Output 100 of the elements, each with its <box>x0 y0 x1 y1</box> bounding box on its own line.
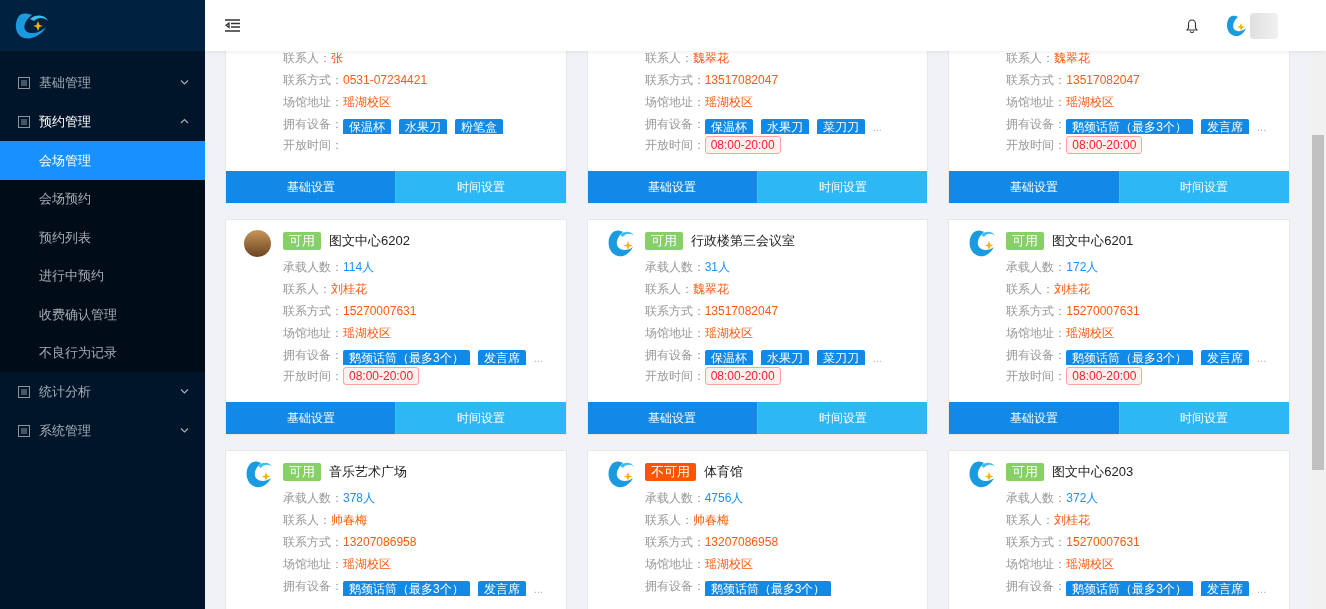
status-badge: 可用 <box>644 232 683 250</box>
field-label: 联系方式： <box>1006 72 1067 89</box>
field-label: 承载人数： <box>283 259 343 276</box>
time-tag: 08:00-20:00 <box>1066 367 1143 385</box>
field-label: 联系方式： <box>644 534 705 551</box>
field-label: 拥有设备： <box>644 347 705 364</box>
time-tag: 08:00-20:00 <box>1066 136 1143 154</box>
field-value: 4756人 <box>704 490 744 507</box>
field-label: 拥有设备： <box>1006 347 1067 364</box>
field-label: 联系方式： <box>283 72 343 89</box>
field-value: 瑶湖校区 <box>704 556 753 573</box>
status-badge: 可用 <box>283 463 321 481</box>
more-indicator: ... <box>1257 581 1267 597</box>
field-value: 瑶湖校区 <box>704 325 753 342</box>
field-label: 承载人数： <box>644 490 705 507</box>
sidebar-item[interactable]: 预约管理 <box>0 102 205 141</box>
field-value: 瑶湖校区 <box>1066 556 1115 573</box>
settings-button[interactable]: 基础设置 <box>587 402 758 434</box>
field-value: 瑶湖校区 <box>1066 325 1115 342</box>
field-label: 承载人数： <box>1006 259 1067 276</box>
field-label: 联系人： <box>644 512 693 529</box>
bell-icon[interactable] <box>1186 18 1198 33</box>
field-label: 联系人： <box>283 281 331 298</box>
settings-button[interactable]: 基础设置 <box>226 402 397 434</box>
module-icon <box>18 76 30 89</box>
more-indicator: ... <box>533 581 543 597</box>
sidebar-item[interactable]: 系统管理 <box>0 411 205 450</box>
logo-icon <box>244 461 274 489</box>
submenu-item[interactable]: 预约列表 <box>0 218 205 257</box>
menu-fold-icon[interactable] <box>225 19 240 32</box>
field-value: 刘桂花 <box>331 281 367 298</box>
module-icon <box>18 385 30 398</box>
settings-button[interactable]: 基础设置 <box>226 171 397 203</box>
settings-button[interactable]: 时间设置 <box>1119 402 1289 434</box>
sidebar-item[interactable]: 统计分析 <box>0 372 205 411</box>
field-value: 13207086958 <box>704 534 779 551</box>
field-value: 31人 <box>704 259 730 276</box>
equipment-tag: 鹅颈话筒（最多3个） <box>343 581 470 596</box>
venue-title: 行政楼第三会议室 <box>690 232 795 251</box>
field-value: 13207086958 <box>343 534 417 551</box>
equipment-tag: 发言席 <box>1201 581 1249 596</box>
scrollbar[interactable] <box>1310 51 1326 609</box>
field-label: 拥有设备： <box>283 116 343 133</box>
field-label: 开放时间： <box>283 368 343 385</box>
field-label: 拥有设备： <box>1006 578 1067 595</box>
avatar-icon[interactable] <box>1224 13 1248 38</box>
settings-button[interactable]: 时间设置 <box>1119 171 1289 203</box>
field-label: 场馆地址： <box>644 556 705 573</box>
venue-title: 音乐艺术广场 <box>329 463 407 482</box>
time-tag: 08:00-20:00 <box>343 367 420 385</box>
field-label: 开放时间： <box>644 137 705 154</box>
field-label: 开放时间： <box>1006 368 1067 385</box>
field-label: 场馆地址： <box>644 325 705 342</box>
field-value: 张 <box>331 51 343 67</box>
field-label: 开放时间： <box>1006 137 1067 154</box>
equipment-tag: 保温杯 <box>704 119 753 134</box>
status-badge: 可用 <box>1006 463 1045 481</box>
field-label: 场馆地址： <box>1006 325 1067 342</box>
field-label: 联系人： <box>1006 512 1055 529</box>
field-label: 场馆地址： <box>283 556 343 573</box>
settings-button[interactable]: 基础设置 <box>587 171 758 203</box>
equipment-tag: 粉笔盒 <box>455 119 503 134</box>
equipment-tag: 水果刀 <box>760 350 809 365</box>
field-label: 联系人： <box>283 512 331 529</box>
more-indicator: ... <box>872 119 882 135</box>
submenu-item[interactable]: 收费确认管理 <box>0 295 205 334</box>
field-label: 承载人数： <box>1006 490 1067 507</box>
settings-button[interactable]: 时间设置 <box>396 171 566 203</box>
field-value: 瑶湖校区 <box>1066 94 1115 111</box>
settings-button[interactable]: 基础设置 <box>949 402 1120 434</box>
submenu-item[interactable]: 不良行为记录 <box>0 333 205 372</box>
field-label: 承载人数： <box>644 259 705 276</box>
field-value: 15270007631 <box>1066 303 1140 320</box>
submenu-item[interactable]: 会场管理 <box>0 141 205 180</box>
field-label: 联系人： <box>283 51 331 67</box>
settings-button[interactable]: 基础设置 <box>949 171 1120 203</box>
submenu-item[interactable]: 会场预约 <box>0 179 205 218</box>
submenu-item[interactable]: 进行中预约 <box>0 256 205 295</box>
field-label: 承载人数： <box>283 490 343 507</box>
field-label: 联系方式： <box>283 303 343 320</box>
more-indicator: ... <box>533 350 543 366</box>
settings-button[interactable]: 时间设置 <box>758 171 928 203</box>
time-tag: 08:00-20:00 <box>704 367 781 385</box>
field-value: 13517082047 <box>704 72 779 89</box>
equipment-tag: 发言席 <box>1201 350 1249 365</box>
field-value: 15270007631 <box>1066 534 1140 551</box>
settings-button[interactable]: 时间设置 <box>758 402 928 434</box>
field-label: 联系人： <box>1006 51 1055 67</box>
field-label: 场馆地址： <box>283 325 343 342</box>
sidebar-item[interactable]: 基础管理 <box>0 63 205 102</box>
more-indicator: ... <box>872 350 882 366</box>
field-label: 拥有设备： <box>283 347 343 364</box>
field-label: 拥有设备： <box>644 116 705 133</box>
field-label: 场馆地址： <box>283 94 343 111</box>
equipment-tag: 鹅颈话筒（最多3个） <box>1066 581 1193 596</box>
status-badge: 可用 <box>1006 232 1045 250</box>
settings-button[interactable]: 时间设置 <box>396 402 566 434</box>
status-badge: 不可用 <box>644 463 696 481</box>
more-indicator: ... <box>1257 350 1267 366</box>
logo-icon <box>967 461 998 489</box>
